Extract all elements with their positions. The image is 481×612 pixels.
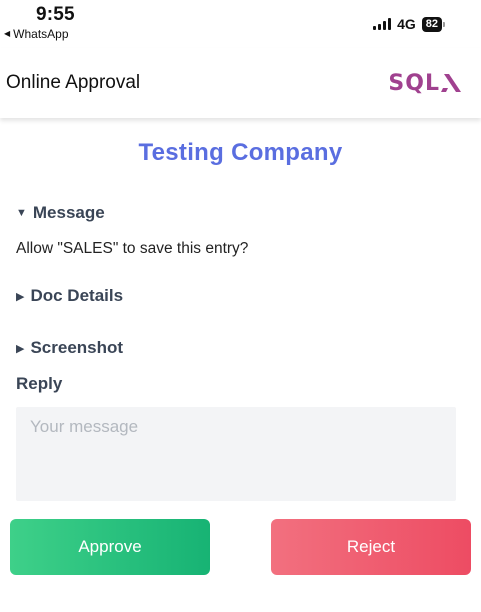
back-triangle-icon: ◀ (4, 29, 11, 38)
signal-bars-icon (373, 18, 392, 30)
screenshot-toggle[interactable]: ▶ Screenshot (16, 338, 465, 358)
doc-details-toggle[interactable]: ▶ Doc Details (16, 286, 465, 306)
message-text: Allow "SALES" to save this entry? (16, 240, 249, 257)
logo-text: SQL (388, 70, 440, 96)
doc-details-toggle-label: Doc Details (30, 286, 124, 305)
message-toggle-label: Message (32, 203, 105, 222)
back-to-app-link[interactable]: ◀ WhatsApp (4, 27, 69, 41)
triangle-down-icon: ▼ (16, 207, 27, 219)
sql-logo: SQL (388, 71, 463, 96)
reply-message-input[interactable] (16, 407, 456, 501)
triangle-right-icon: ▶ (16, 290, 25, 303)
network-type: 4G (397, 16, 416, 32)
battery-level: 82 (421, 16, 442, 32)
message-toggle[interactable]: ▼ Message (16, 203, 465, 223)
status-time: 9:55 (36, 4, 75, 25)
reply-label: Reply (16, 374, 63, 393)
triangle-right-icon: ▶ (16, 342, 25, 355)
app-header: Online Approval SQL (0, 48, 481, 118)
screenshot-toggle-label: Screenshot (30, 338, 124, 357)
page-title: Online Approval (6, 72, 141, 93)
reject-button[interactable]: Reject (271, 519, 471, 575)
status-bar: 9:55 ◀ WhatsApp 4G 82 (0, 0, 481, 48)
action-buttons: Approve Reject (0, 519, 481, 575)
back-app-label: WhatsApp (13, 27, 69, 41)
battery-icon: 82 (421, 16, 445, 32)
approve-button[interactable]: Approve (10, 519, 210, 575)
approval-content: Testing Company ▼ Message Allow "SALES" … (0, 139, 481, 501)
status-indicators: 4G 82 (373, 16, 445, 32)
logo-slash-icon (441, 74, 461, 92)
company-name: Testing Company (138, 139, 343, 166)
